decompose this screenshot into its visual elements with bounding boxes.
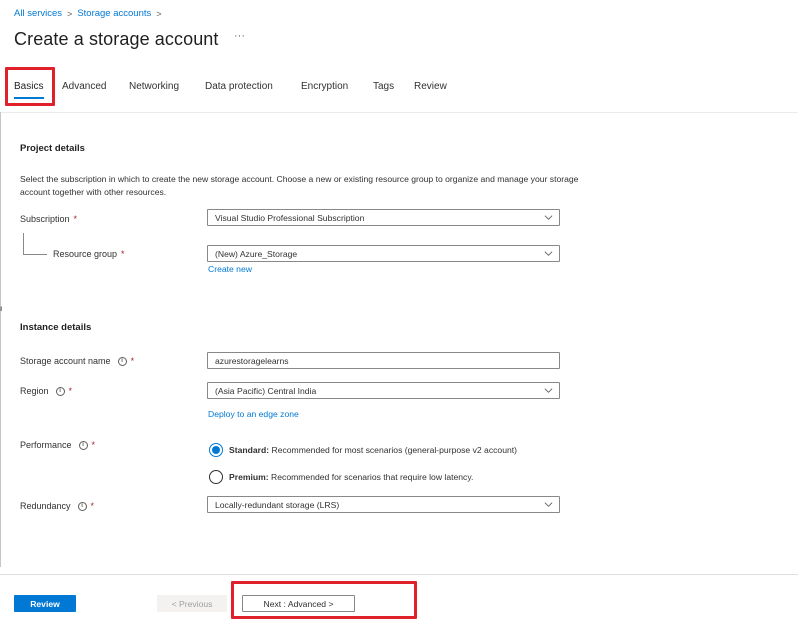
- project-details-description: Select the subscription in which to crea…: [20, 174, 579, 197]
- premium-option-text: Premium: Recommended for scenarios that …: [229, 472, 473, 482]
- performance-label-text: Performance: [20, 440, 72, 450]
- create-new-link[interactable]: Create new: [208, 264, 252, 274]
- tab-data-protection[interactable]: Data protection: [205, 81, 273, 92]
- tab-highlight-box: [5, 67, 55, 106]
- chevron-down-icon: [544, 502, 553, 507]
- chevron-down-icon: [544, 251, 553, 256]
- required-marker: *: [130, 356, 135, 366]
- breadcrumb-separator: >: [67, 8, 73, 19]
- standard-option-desc: Recommended for most scenarios (general-…: [271, 445, 518, 455]
- footer-divider: [0, 574, 798, 575]
- required-marker: *: [68, 386, 73, 396]
- review-button[interactable]: Review: [14, 595, 76, 612]
- project-details-heading: Project details: [20, 143, 85, 154]
- breadcrumb-separator: >: [156, 8, 162, 19]
- redundancy-select[interactable]: Locally-redundant storage (LRS): [207, 496, 560, 513]
- performance-label: Performance i *: [20, 440, 95, 450]
- resource-group-label-text: Resource group: [53, 249, 118, 259]
- tab-tags[interactable]: Tags: [373, 81, 394, 92]
- chevron-down-icon: [544, 215, 553, 220]
- next-button-highlight-box: [231, 581, 417, 619]
- region-label-text: Region: [20, 386, 49, 396]
- info-icon[interactable]: i: [78, 440, 88, 450]
- breadcrumb: All services > Storage accounts >: [14, 8, 162, 19]
- premium-radio[interactable]: [209, 470, 223, 484]
- standard-option-title: Standard:: [229, 445, 270, 455]
- region-select[interactable]: (Asia Pacific) Central India: [207, 382, 560, 399]
- page-title: Create a storage account: [14, 29, 219, 49]
- region-label: Region i *: [20, 386, 72, 396]
- previous-button[interactable]: < Previous: [157, 595, 227, 612]
- storage-account-name-label: Storage account name i *: [20, 356, 134, 366]
- subscription-label: Subscription *: [20, 214, 77, 224]
- tab-divider: [0, 112, 798, 113]
- required-marker: *: [91, 440, 96, 450]
- tab-encryption[interactable]: Encryption: [301, 81, 348, 92]
- tab-review[interactable]: Review: [414, 81, 447, 92]
- premium-option-title: Premium:: [229, 472, 269, 482]
- redundancy-label: Redundancy i *: [20, 501, 94, 511]
- info-icon[interactable]: i: [55, 386, 65, 396]
- performance-standard-option[interactable]: Standard: Recommended for most scenarios…: [209, 443, 517, 457]
- storage-account-name-value: azurestoragelearns: [215, 355, 289, 366]
- breadcrumb-all-services[interactable]: All services: [14, 8, 62, 19]
- resource-group-label: Resource group *: [53, 249, 125, 259]
- required-marker: *: [90, 501, 95, 511]
- tab-networking[interactable]: Networking: [129, 81, 179, 92]
- standard-radio[interactable]: [209, 443, 223, 457]
- region-value: (Asia Pacific) Central India: [215, 385, 317, 396]
- performance-premium-option[interactable]: Premium: Recommended for scenarios that …: [209, 470, 473, 484]
- subscription-label-text: Subscription: [20, 214, 70, 224]
- more-options-button[interactable]: ···: [234, 30, 245, 42]
- storage-account-name-input[interactable]: azurestoragelearns: [207, 352, 560, 369]
- info-icon[interactable]: i: [117, 356, 127, 366]
- chevron-down-icon: [544, 388, 553, 393]
- left-border: [0, 112, 1, 567]
- required-marker: *: [73, 214, 78, 224]
- premium-option-desc: Recommended for scenarios that require l…: [271, 472, 474, 482]
- resource-group-value: (New) Azure_Storage: [215, 248, 298, 259]
- subscription-value: Visual Studio Professional Subscription: [215, 212, 365, 223]
- tab-advanced[interactable]: Advanced: [62, 81, 106, 92]
- tree-connector: [23, 254, 47, 255]
- resource-group-select[interactable]: (New) Azure_Storage: [207, 245, 560, 262]
- subscription-select[interactable]: Visual Studio Professional Subscription: [207, 209, 560, 226]
- breadcrumb-storage-accounts[interactable]: Storage accounts: [77, 8, 151, 19]
- required-marker: *: [121, 249, 125, 259]
- edge-marker: ı: [0, 304, 3, 313]
- instance-details-heading: Instance details: [20, 322, 92, 333]
- redundancy-value: Locally-redundant storage (LRS): [215, 499, 340, 510]
- info-icon[interactable]: i: [77, 501, 87, 511]
- standard-option-text: Standard: Recommended for most scenarios…: [229, 445, 517, 455]
- storage-account-name-label-text: Storage account name: [20, 356, 111, 366]
- tree-connector: [23, 233, 24, 254]
- deploy-edge-zone-link[interactable]: Deploy to an edge zone: [208, 409, 299, 419]
- redundancy-label-text: Redundancy: [20, 501, 71, 511]
